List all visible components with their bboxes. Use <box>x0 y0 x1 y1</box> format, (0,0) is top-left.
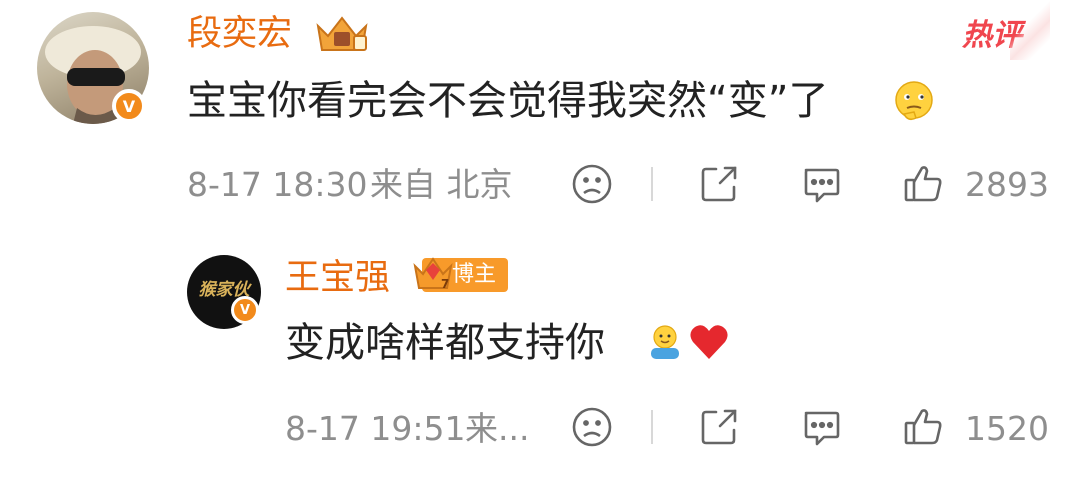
reply-username[interactable]: 王宝强 <box>285 258 390 298</box>
divider <box>651 167 653 201</box>
dislike-face-icon[interactable] <box>570 405 614 449</box>
comment-username[interactable]: 段奕宏 <box>187 14 292 54</box>
hot-badge-decoration <box>1010 0 1050 60</box>
divider <box>651 410 653 444</box>
like-count: 2893 <box>965 165 1049 204</box>
blogger-tag: 博主 7 <box>412 257 509 292</box>
reply-like-count: 1520 <box>965 409 1049 448</box>
hug-emoji-icon <box>645 322 685 362</box>
share-icon[interactable] <box>698 406 740 448</box>
share-icon[interactable] <box>698 163 740 205</box>
verified-badge-icon: V <box>231 296 259 324</box>
red-heart-icon <box>689 323 729 361</box>
comment-bubble-icon[interactable] <box>800 164 842 206</box>
verified-badge-icon: V <box>112 89 146 123</box>
comment-time: 8-17 18:30 <box>187 165 368 204</box>
comment-text: 宝宝你看完会不会觉得我突然“变”了 <box>187 78 829 124</box>
vip-crown-icon <box>314 12 370 56</box>
vip-crown-icon: 7 <box>412 254 454 300</box>
reply-text: 变成啥样都支持你 <box>285 320 605 366</box>
comment-bubble-icon[interactable] <box>800 407 842 449</box>
reply-time: 8-17 19:51 <box>285 409 466 448</box>
svg-text:7: 7 <box>441 277 449 291</box>
comment-source: 来自 北京 <box>370 165 513 204</box>
blogger-tag-label: 博主 <box>452 262 497 287</box>
reply-source: 来... <box>465 409 530 448</box>
thinking-emoji-icon <box>892 80 936 124</box>
dislike-face-icon[interactable] <box>570 162 614 206</box>
like-thumb-icon[interactable] <box>902 405 944 447</box>
like-thumb-icon[interactable] <box>902 162 944 204</box>
